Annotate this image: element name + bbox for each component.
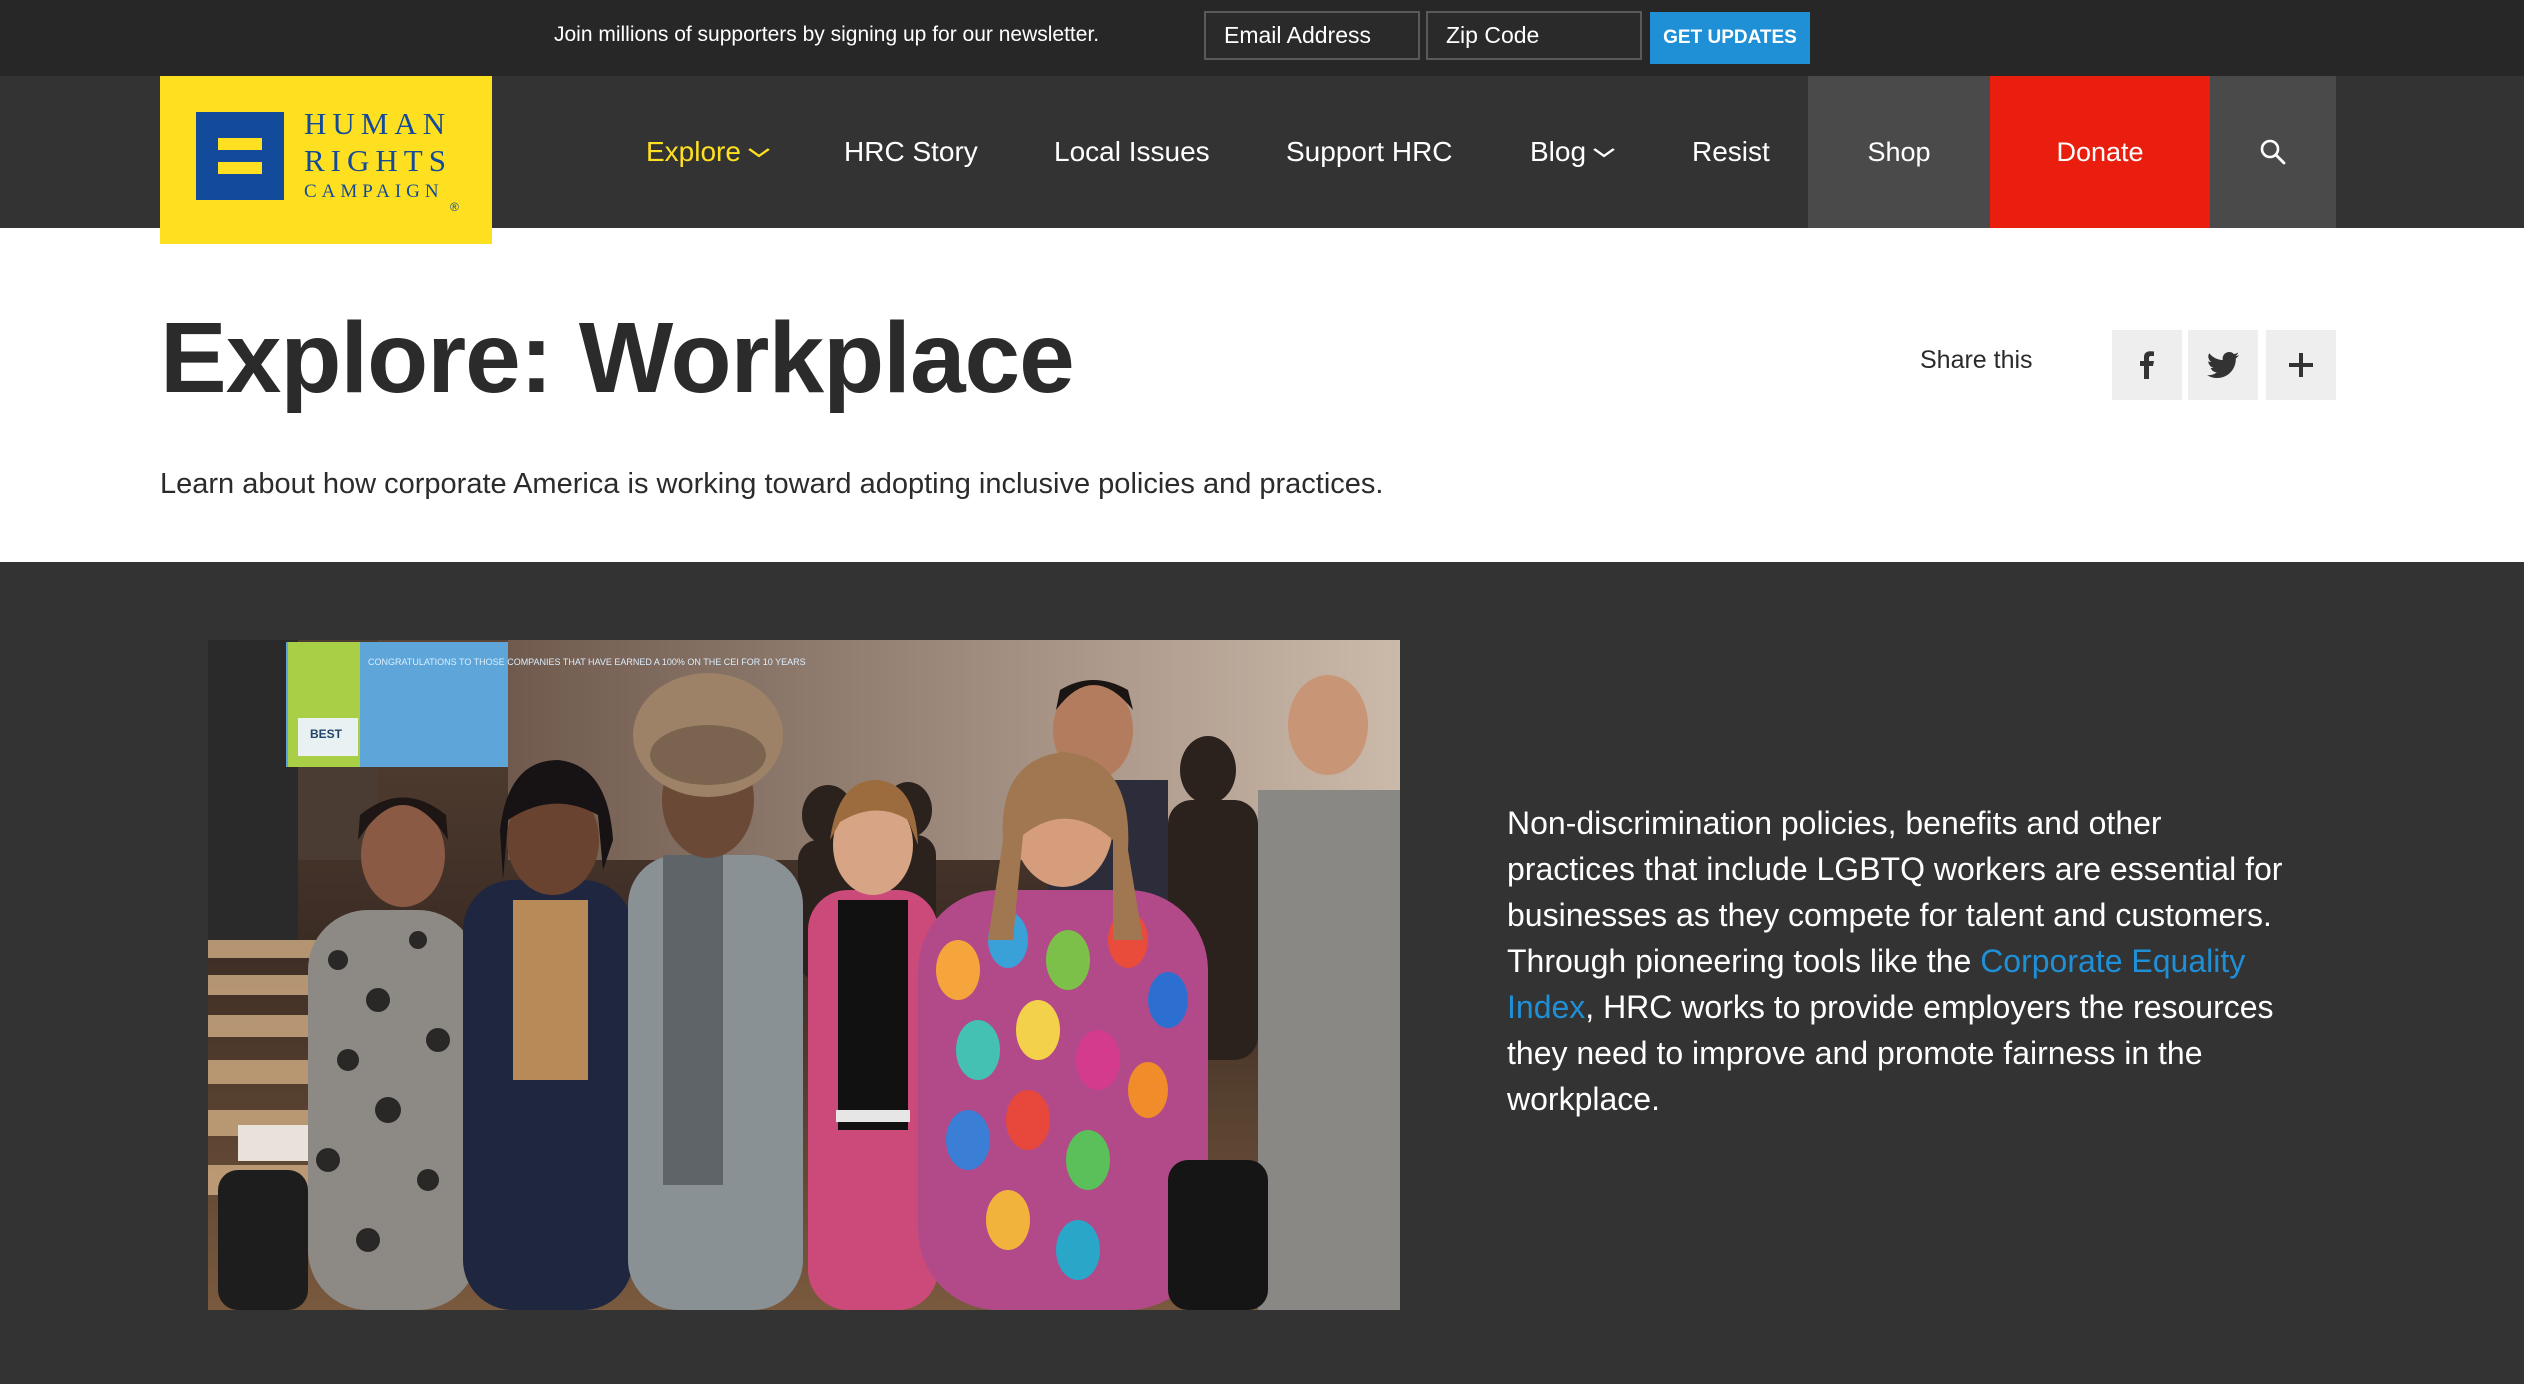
nav-item-explore[interactable]: Explore (646, 76, 770, 228)
nav-item-label: Support HRC (1286, 136, 1453, 167)
nav-item-support-hrc[interactable]: Support HRC (1286, 76, 1453, 228)
page-title: Explore: Workplace (160, 302, 1075, 414)
nav-item-local-issues[interactable]: Local Issues (1054, 76, 1210, 228)
email-field[interactable] (1204, 11, 1420, 60)
shop-button[interactable]: Shop (1808, 76, 1990, 228)
nav-item-label: Explore (646, 136, 741, 167)
hrc-logo[interactable]: HUMAN RIGHTS CAMPAIGN ® (160, 76, 492, 244)
search-button[interactable] (2210, 76, 2336, 228)
search-icon (2260, 139, 2286, 165)
screen-text: CONGRATULATIONS TO THOSE COMPANIES THAT … (368, 657, 806, 667)
logo-line-2: RIGHTS (304, 143, 452, 178)
workplace-event-photo: BEST CONGRATULATIONS TO THOSE COMPANIES … (208, 640, 1400, 1310)
newsletter-bar: Join millions of supporters by signing u… (0, 0, 2524, 76)
newsletter-message: Join millions of supporters by signing u… (554, 23, 1100, 46)
feature-text: Non-discrimination policies, benefits an… (1507, 800, 2287, 1122)
facebook-icon (2140, 351, 2154, 379)
share-label: Share this (1920, 346, 2033, 374)
nav-item-hrc-story[interactable]: HRC Story (844, 76, 978, 228)
nav-item-resist[interactable]: Resist (1692, 76, 1770, 228)
nav-item-label: HRC Story (844, 136, 978, 167)
donate-button[interactable]: Donate (1990, 76, 2210, 228)
nav-item-blog[interactable]: Blog (1530, 76, 1615, 228)
chevron-down-icon (748, 142, 770, 163)
share-more-button[interactable] (2266, 330, 2336, 400)
nav-item-label: Local Issues (1054, 136, 1210, 167)
nav-item-label: Resist (1692, 136, 1770, 167)
registered-mark: ® (450, 200, 459, 214)
equality-logo-icon (196, 112, 284, 200)
screen-badge: BEST (310, 727, 343, 741)
chevron-down-icon (1593, 142, 1615, 163)
share-facebook-button[interactable] (2112, 330, 2182, 400)
logo-line-3: CAMPAIGN (304, 181, 444, 202)
logo-line-1: HUMAN (304, 106, 452, 141)
page-lede: Learn about how corporate America is wor… (160, 468, 1384, 500)
nav-item-label: Blog (1530, 136, 1587, 167)
twitter-icon (2207, 352, 2239, 378)
logo-wordmark: HUMAN RIGHTS CAMPAIGN (304, 106, 452, 204)
share-twitter-button[interactable] (2188, 330, 2258, 400)
plus-icon (2289, 353, 2313, 377)
get-updates-button[interactable]: GET UPDATES (1650, 12, 1810, 64)
zip-code-field[interactable] (1426, 11, 1642, 60)
feature-text-outro: , HRC works to provide employers the res… (1507, 989, 2274, 1117)
